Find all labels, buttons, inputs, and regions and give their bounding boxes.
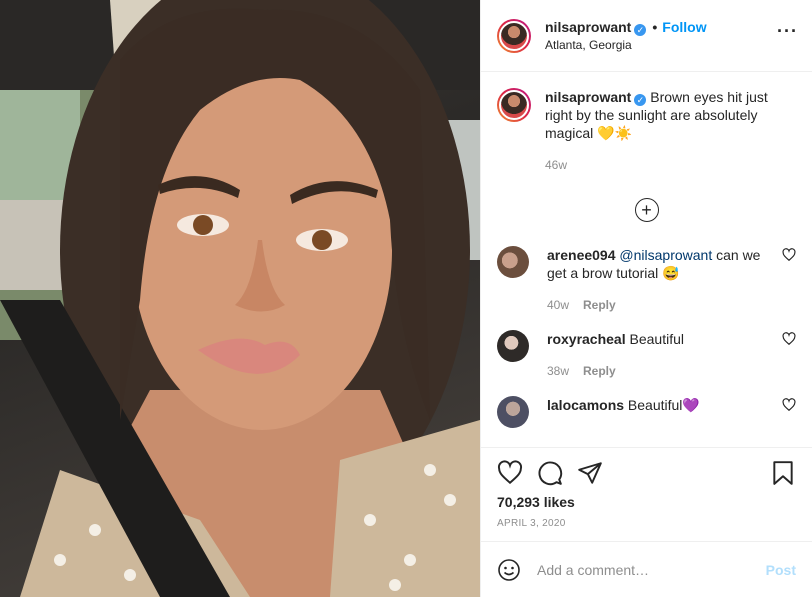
comment-username[interactable]: lalocamons bbox=[547, 397, 624, 413]
author-avatar[interactable] bbox=[497, 18, 531, 53]
comment-mention[interactable]: @nilsaprowant bbox=[619, 247, 712, 263]
heart-icon[interactable] bbox=[497, 460, 523, 486]
comment-text: Beautiful bbox=[625, 331, 684, 347]
comment-item: roxyracheal Beautiful 38w Reply bbox=[497, 330, 796, 380]
selfie-photo-illustration bbox=[0, 0, 480, 597]
author-username[interactable]: nilsaprowant bbox=[545, 19, 631, 35]
caption-author-avatar[interactable] bbox=[497, 88, 531, 122]
likes-count[interactable]: 70,293 likes bbox=[497, 494, 796, 510]
post-comment-button[interactable]: Post bbox=[766, 562, 796, 578]
comment-age[interactable]: 38w bbox=[547, 364, 569, 378]
emoji-icon[interactable] bbox=[497, 558, 521, 582]
follow-button[interactable]: Follow bbox=[662, 19, 706, 35]
caption-age[interactable]: 46w bbox=[545, 158, 567, 172]
comments-list: nilsaprowant ✓ Brown eyes hit just right … bbox=[481, 72, 812, 447]
comment-like-heart-icon[interactable] bbox=[782, 398, 796, 412]
separator-dot: • bbox=[652, 18, 658, 35]
bookmark-icon[interactable] bbox=[770, 460, 796, 486]
commenter-avatar[interactable] bbox=[497, 396, 529, 428]
share-icon[interactable] bbox=[577, 460, 603, 486]
post-date[interactable]: APRIL 3, 2020 bbox=[497, 518, 796, 529]
plus-circle-icon[interactable]: + bbox=[634, 198, 659, 222]
post-header: nilsaprowant ✓ • Follow Atlanta, Georgia ··… bbox=[481, 0, 812, 72]
commenter-avatar[interactable] bbox=[497, 330, 529, 362]
reply-button[interactable]: Reply bbox=[583, 298, 616, 312]
comment-item: lalocamons Beautiful💜 bbox=[497, 396, 796, 428]
comment-text: Beautiful💜 bbox=[624, 397, 700, 413]
caption-username[interactable]: nilsaprowant bbox=[545, 89, 631, 105]
comment-username[interactable]: roxyracheal bbox=[547, 331, 626, 347]
add-comment-bar: Post bbox=[481, 541, 812, 597]
comment-input[interactable] bbox=[537, 561, 766, 578]
verified-badge-icon: ✓ bbox=[634, 94, 647, 106]
comment-username[interactable]: arenee094 bbox=[547, 247, 616, 263]
post-actions: 70,293 likes APRIL 3, 2020 bbox=[481, 447, 812, 541]
post-photo[interactable] bbox=[0, 0, 480, 597]
post-location[interactable]: Atlanta, Georgia bbox=[545, 36, 707, 54]
caption: nilsaprowant ✓ Brown eyes hit just right … bbox=[497, 88, 796, 174]
more-options-icon[interactable]: ··· bbox=[777, 22, 798, 40]
comment-age[interactable]: 40w bbox=[547, 298, 569, 312]
comment-like-heart-icon[interactable] bbox=[782, 332, 796, 346]
comment-like-heart-icon[interactable] bbox=[782, 248, 796, 262]
reply-button[interactable]: Reply bbox=[583, 364, 616, 378]
instagram-post-view: nilsaprowant ✓ • Follow Atlanta, Georgia ··… bbox=[0, 0, 812, 597]
commenter-avatar[interactable] bbox=[497, 246, 529, 278]
verified-badge-icon: ✓ bbox=[634, 23, 647, 36]
comment-item: arenee094 @nilsaprowant can we get a bro… bbox=[497, 246, 796, 314]
post-side-panel: nilsaprowant ✓ • Follow Atlanta, Georgia ··… bbox=[480, 0, 812, 597]
comment-icon[interactable] bbox=[537, 460, 563, 486]
